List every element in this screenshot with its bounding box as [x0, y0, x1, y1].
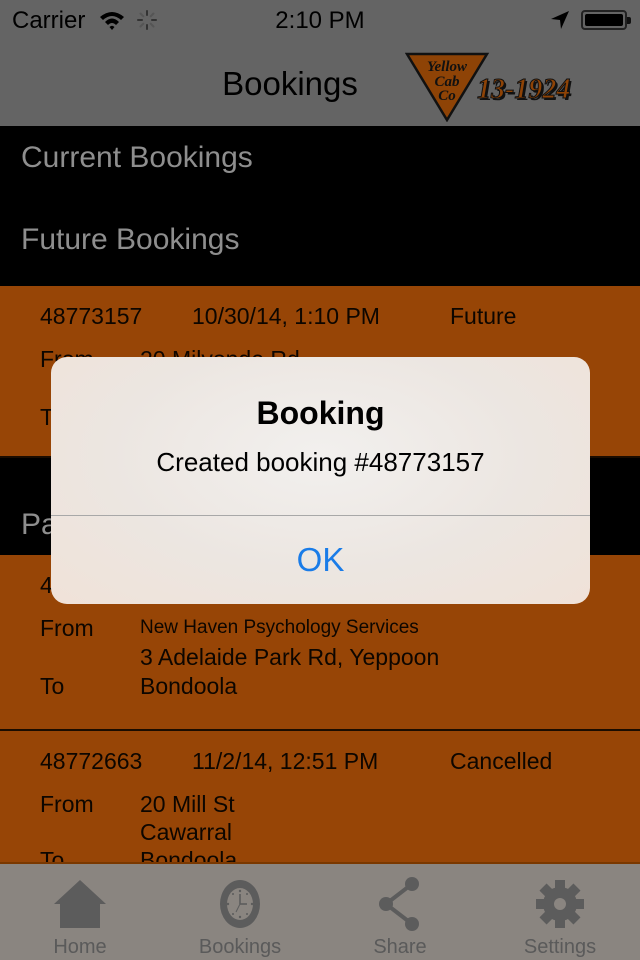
alert-message: Created booking #48773157 [156, 447, 485, 477]
ok-button[interactable]: OK [51, 516, 590, 604]
section-header-current: Current Bookings [0, 128, 640, 223]
booking-datetime: 11/2/14, 12:51 PM [192, 748, 379, 774]
booking-status: Cancelled [450, 748, 553, 774]
clock-icon [220, 880, 260, 928]
gear-icon [536, 880, 584, 928]
logo-line-3: Co [438, 88, 456, 104]
tab-label: Bookings [198, 936, 282, 958]
share-icon [379, 877, 419, 931]
tab-share[interactable]: Share [320, 864, 480, 960]
tab-settings[interactable]: Settings [480, 864, 640, 960]
logo-line-1: Yellow [427, 59, 468, 75]
tab-label: Share [373, 936, 427, 958]
booking-datetime: 10/30/14, 1:10 PM [192, 303, 380, 329]
battery-icon [581, 10, 631, 30]
to-label: To [40, 673, 65, 699]
booking-status: Future [450, 303, 517, 329]
booking-alert-dialog: Booking Created booking #48773157 OK [51, 357, 590, 604]
from-place-name: New Haven Psychology Services [140, 617, 419, 638]
to-label: To [40, 847, 65, 863]
yellow-cab-logo: Yellow Cab Co 13-1924 13-1924 [405, 52, 572, 122]
home-icon [54, 880, 106, 928]
from-address: 3 Adelaide Park Rd, Yeppoon [140, 644, 440, 670]
logo-phone: 13-1924 [477, 74, 570, 105]
booking-row[interactable]: 48772663 11/2/14, 12:51 PM Cancelled Fro… [0, 731, 640, 863]
alert-title: Booking [256, 395, 385, 431]
from-address: 20 Mill St [140, 791, 235, 817]
nav-bar: Bookings Yellow Cab Co 13-1924 13-1924 [0, 40, 640, 128]
to-address: Bondoola [140, 673, 238, 699]
from-label: From [40, 615, 94, 641]
tab-bar: Home Bookings Share Settings [0, 862, 640, 960]
status-bar: Carrier 2:10 PM [0, 0, 640, 40]
tab-label: Settings [523, 936, 597, 958]
tab-label: Home [53, 936, 107, 958]
booking-number: 48773157 [40, 303, 143, 329]
from-label: From [40, 791, 94, 817]
tab-home[interactable]: Home [0, 864, 160, 960]
section-header-future: Future Bookings [0, 223, 640, 286]
status-time: 2:10 PM [275, 7, 365, 34]
from-address-line2: Cawarral [140, 819, 233, 845]
location-arrow-icon [551, 11, 569, 29]
to-address: Bondoola [140, 847, 238, 863]
booking-number: 48772663 [40, 748, 143, 774]
tab-bookings[interactable]: Bookings [160, 864, 320, 960]
